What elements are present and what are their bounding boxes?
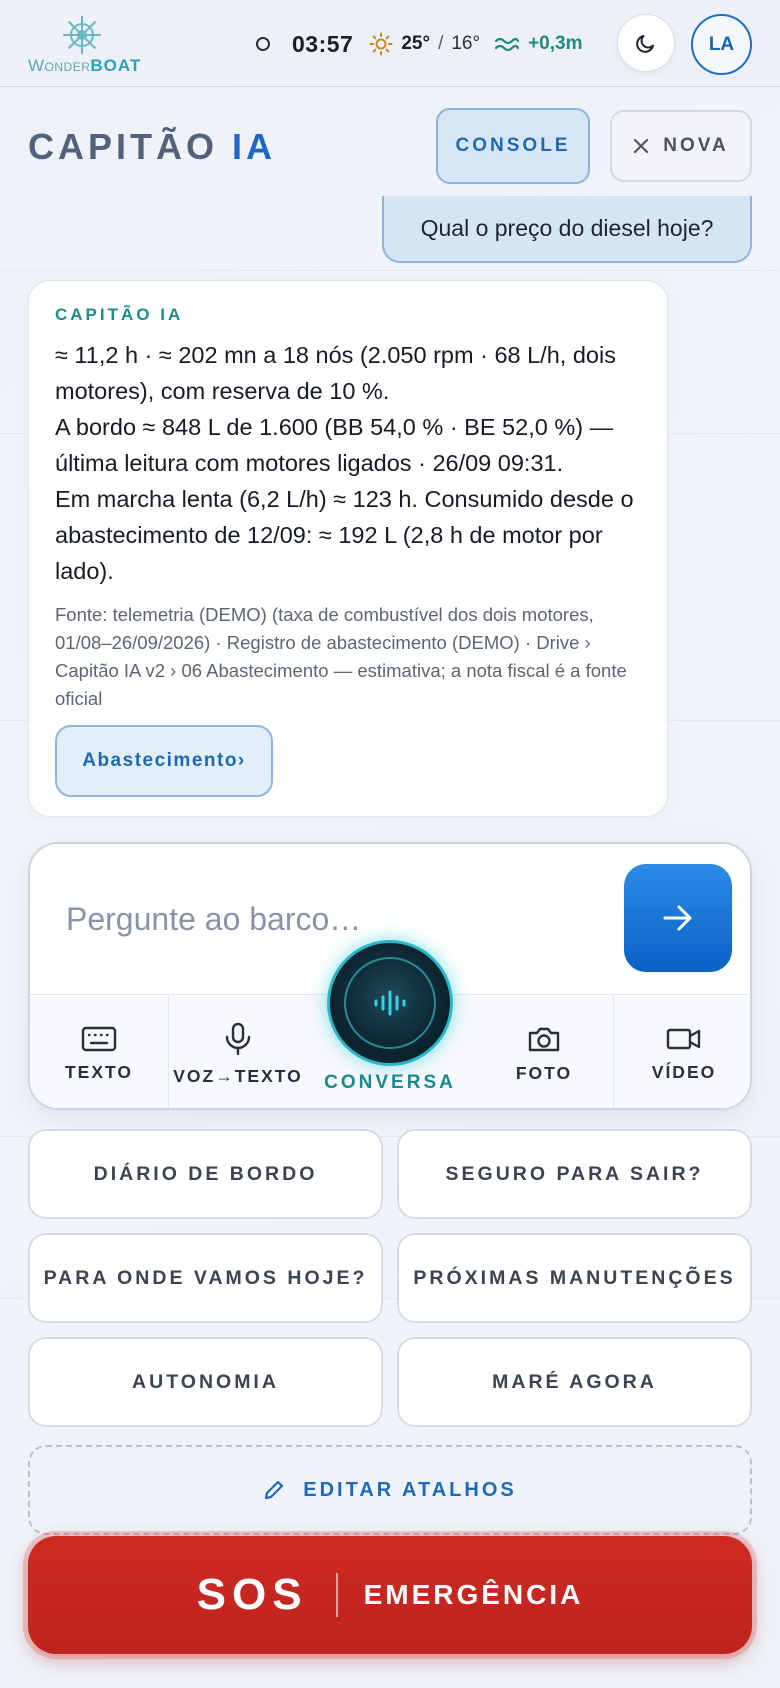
- new-chat-label: NOVA: [663, 135, 729, 156]
- edit-shortcuts-button[interactable]: EDITAR ATALHOS: [28, 1445, 752, 1535]
- new-chat-button[interactable]: NOVA: [610, 110, 752, 182]
- top-bar: WonderBOAT 03:57 25° / 16° +0,3m LA: [0, 0, 780, 87]
- shortcut-autonomia[interactable]: AUTONOMIA: [28, 1337, 383, 1427]
- mode-video-button[interactable]: VÍDEO: [614, 995, 750, 1108]
- mode-text-button[interactable]: TEXTO: [30, 995, 168, 1108]
- user-message-bubble: Qual o preço do diesel hoje?: [382, 196, 752, 263]
- voice-wave-icon: [374, 990, 406, 1016]
- send-button[interactable]: [624, 864, 732, 972]
- camera-icon: [528, 1027, 560, 1051]
- shortcut-mare-agora[interactable]: MARÉ AGORA: [397, 1337, 752, 1427]
- shortcut-para-onde-vamos[interactable]: PARA ONDE VAMOS HOJE?: [28, 1233, 383, 1323]
- page-title-part-2: IA: [232, 126, 277, 167]
- moon-icon: [636, 35, 654, 53]
- assistant-paragraph: ≈ 11,2 h · ≈ 202 mn a 18 nós (2.050 rpm …: [55, 342, 616, 404]
- mode-voice-to-text-label: VOZ→TEXTO: [173, 1065, 303, 1086]
- logo-text: WonderBOAT: [28, 56, 141, 76]
- shortcut-diario-de-bordo[interactable]: DIÁRIO DE BORDO: [28, 1129, 383, 1219]
- temperature-high: 25°: [401, 33, 431, 54]
- user-avatar[interactable]: LA: [691, 14, 752, 75]
- theme-toggle-button[interactable]: [617, 14, 675, 72]
- conversation-ring: [344, 957, 436, 1049]
- console-button[interactable]: CONSOLE: [436, 108, 590, 184]
- status-strip: 03:57 25° / 16° +0,3m: [256, 26, 582, 62]
- emergency-label: EMERGÊNCIA: [363, 1579, 584, 1610]
- page-title: CAPITÃO IA: [28, 126, 276, 168]
- shortcut-seguro-para-sair[interactable]: SEGURO PARA SAIR?: [397, 1129, 752, 1219]
- wonderboat-logo[interactable]: WonderBOAT: [28, 12, 144, 76]
- logo-word-wonder: Wonder: [28, 56, 91, 75]
- shortcut-proximas-manutencoes[interactable]: PRÓXIMAS MANUTENÇÕES: [397, 1233, 752, 1323]
- tide-level: +0,3m: [528, 33, 583, 54]
- assistant-paragraph: A bordo ≈ 848 L de 1.600 (BB 54,0 % · BE…: [55, 414, 614, 476]
- ship-wheel-icon: [63, 16, 101, 54]
- mode-text-label: TEXTO: [64, 1061, 134, 1082]
- assistant-message-card: CAPITÃO IA ≈ 11,2 h · ≈ 202 mn a 18 nós …: [28, 280, 668, 817]
- assistant-source-note: Fonte: telemetria (DEMO) (taxa de combus…: [55, 604, 627, 709]
- keyboard-icon: [81, 1026, 117, 1051]
- microphone-icon: [225, 1022, 251, 1055]
- video-icon: [666, 1028, 701, 1049]
- abastecimento-link-chip[interactable]: Abastecimento›: [55, 725, 273, 797]
- close-icon: [634, 139, 649, 153]
- sos-emergency-button[interactable]: SOS EMERGÊNCIA: [28, 1536, 752, 1654]
- sun-icon: [369, 32, 393, 56]
- mode-photo-button[interactable]: FOTO: [475, 995, 613, 1108]
- arrow-right-icon: [663, 905, 692, 931]
- edit-shortcuts-label: EDITAR ATALHOS: [303, 1478, 517, 1501]
- clock: 03:57: [292, 30, 354, 57]
- assistant-label: CAPITÃO IA: [55, 305, 184, 324]
- assistant-message-body: ≈ 11,2 h · ≈ 202 mn a 18 nós (2.050 rpm …: [55, 337, 655, 589]
- sos-divider: [335, 1573, 338, 1617]
- conversation-mode-label: CONVERSA: [324, 1072, 456, 1093]
- mode-voice-to-text-button[interactable]: VOZ→TEXTO: [169, 995, 307, 1108]
- assistant-paragraph: Em marcha lenta (6,2 L/h) ≈ 123 h. Consu…: [55, 486, 634, 584]
- mode-photo-label: FOTO: [515, 1062, 573, 1083]
- conversation-mode-button[interactable]: [327, 940, 453, 1066]
- ask-input[interactable]: [66, 894, 586, 944]
- mode-divider: [168, 995, 169, 1108]
- pencil-icon: [265, 1480, 284, 1500]
- mode-video-label: VÍDEO: [651, 1061, 717, 1082]
- temperature-separator: /: [438, 33, 444, 54]
- logo-word-boat: BOAT: [90, 56, 142, 75]
- sos-label: SOS: [196, 1570, 308, 1619]
- temperature-low: 16°: [451, 33, 481, 54]
- wave-icon: [494, 37, 520, 52]
- page-title-part-1: CAPITÃO: [28, 126, 218, 167]
- status-dot-icon: [256, 37, 270, 51]
